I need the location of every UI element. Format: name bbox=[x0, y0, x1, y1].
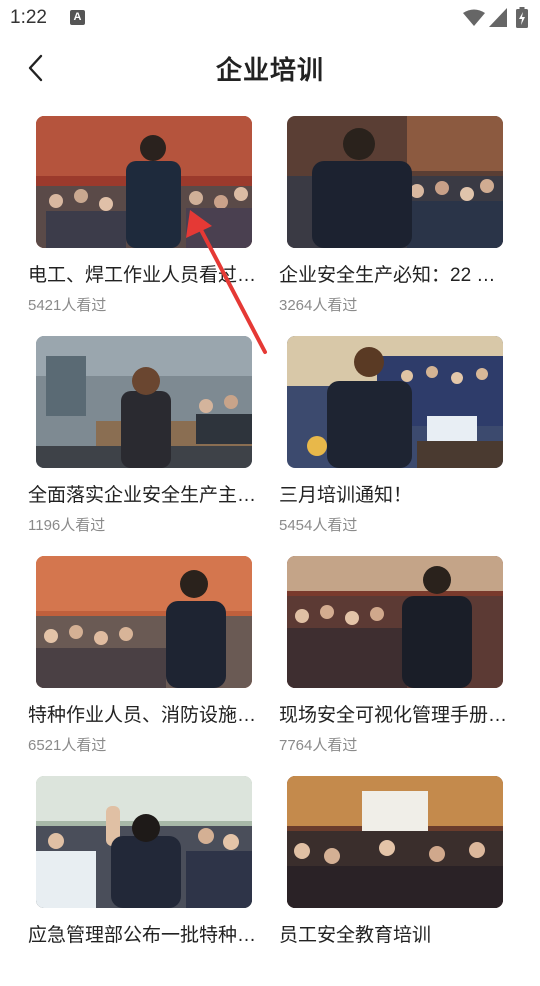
article-view-count: 5421人看过 bbox=[28, 297, 107, 314]
article-thumbnail bbox=[36, 116, 252, 248]
article-card[interactable]: 员工安全教育培训 bbox=[279, 776, 519, 986]
article-title: 全面落实企业安全生产主… bbox=[28, 485, 257, 506]
article-card[interactable]: 全面落实企业安全生产主… 1196人看过 bbox=[28, 336, 268, 546]
article-title: 企业安全生产必知：22 种… bbox=[279, 265, 509, 286]
article-thumbnail bbox=[36, 556, 252, 688]
article-card[interactable]: 现场安全可视化管理手册… 7764人看过 bbox=[279, 556, 519, 766]
status-bar: 1:22 A bbox=[0, 0, 540, 36]
article-title: 员工安全教育培训 bbox=[279, 925, 432, 946]
article-title: 电工、焊工作业人员看过… bbox=[28, 265, 257, 286]
status-time: 1:22 bbox=[10, 7, 47, 28]
article-card[interactable]: 特种作业人员、消防设施… 6521人看过 bbox=[28, 556, 268, 766]
article-card[interactable]: 应急管理部公布一批特种… bbox=[28, 776, 268, 986]
article-thumbnail bbox=[287, 776, 503, 908]
article-title: 应急管理部公布一批特种… bbox=[28, 925, 257, 946]
article-thumbnail bbox=[36, 336, 252, 468]
article-view-count: 7764人看过 bbox=[279, 737, 358, 754]
article-view-count: 5454人看过 bbox=[279, 517, 358, 534]
article-thumbnail bbox=[287, 556, 503, 688]
article-card[interactable]: 电工、焊工作业人员看过… 5421人看过 bbox=[28, 116, 268, 326]
article-title: 特种作业人员、消防设施… bbox=[28, 705, 257, 726]
article-thumbnail bbox=[36, 776, 252, 908]
article-card[interactable]: 三月培训通知！ 5454人看过 bbox=[279, 336, 519, 546]
wifi-icon bbox=[463, 9, 485, 26]
article-view-count: 1196人看过 bbox=[28, 517, 106, 534]
article-view-count: 6521人看过 bbox=[28, 737, 107, 754]
article-title: 三月培训通知！ bbox=[279, 485, 413, 506]
cellular-signal-icon bbox=[489, 8, 507, 27]
article-card[interactable]: 企业安全生产必知：22 种… 3264人看过 bbox=[279, 116, 519, 326]
header: 企业培训 bbox=[0, 40, 540, 96]
article-view-count: 3264人看过 bbox=[279, 297, 358, 314]
page-title: 企业培训 bbox=[215, 55, 324, 85]
notification-icon: A bbox=[70, 10, 85, 25]
article-thumbnail bbox=[287, 116, 503, 248]
battery-charging-icon bbox=[516, 7, 528, 28]
article-title: 现场安全可视化管理手册… bbox=[279, 705, 508, 726]
article-thumbnail bbox=[287, 336, 503, 468]
